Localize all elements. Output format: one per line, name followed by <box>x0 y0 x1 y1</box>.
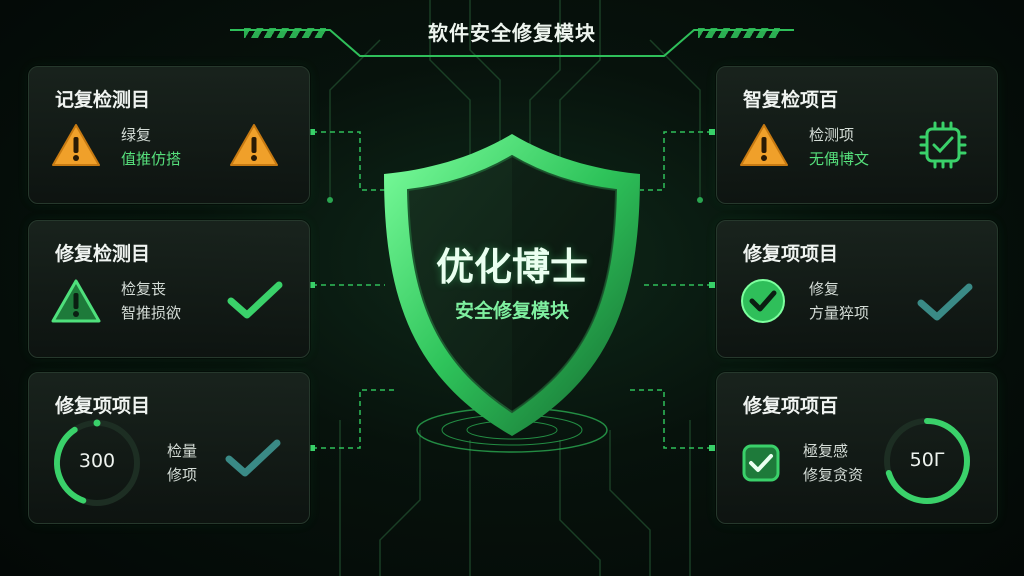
card-right-top[interactable]: 智复检项百 检测项 无偶博文 <box>716 66 998 204</box>
card-right-mid[interactable]: 修复项项目 修复 方量猝项 <box>716 220 998 358</box>
card-details: 绿复 值推仿搭 <box>121 123 181 171</box>
card-details: 检测项 无偶博文 <box>809 123 869 171</box>
detail-line-2: 修项 <box>166 466 197 484</box>
page-title: 软件安全修复模块 <box>428 20 596 45</box>
card-title: 智复检项百 <box>743 89 839 111</box>
card-details: 检量 修项 <box>157 439 197 487</box>
card-title: 修复项项目 <box>743 243 839 265</box>
card-left-mid[interactable]: 修复检测目 检复丧 智推损欲 <box>28 220 310 358</box>
circuit-check-icon <box>919 121 967 169</box>
shield-subtitle: 安全修复模块 <box>454 300 569 322</box>
detail-line-2: 值推仿搭 <box>121 150 182 168</box>
detail-line-1: 修复 <box>809 280 840 298</box>
header-stripes-left <box>244 28 326 38</box>
card-title: 记复检测目 <box>55 89 151 111</box>
check-circle-icon <box>741 279 785 323</box>
card-title: 修复检测目 <box>55 243 151 265</box>
check-icon <box>917 283 973 321</box>
detail-line-1: 極复感 <box>803 442 849 460</box>
shield-title: 优化博士 <box>435 245 588 289</box>
warning-icon <box>52 124 100 166</box>
detail-line-1: 绿复 <box>121 126 152 144</box>
detail-line-1: 检量 <box>166 442 197 460</box>
card-left-top[interactable]: 记复检测目 绿复 值推仿搭 <box>28 66 310 204</box>
card-title: 修复项项百 <box>743 395 839 417</box>
gauge-value: 50Γ <box>909 449 945 471</box>
detail-line-1: 检复丧 <box>121 280 167 298</box>
card-details: 極复感 修复贪资 <box>803 439 863 487</box>
detail-line-2: 无偶博文 <box>809 150 870 168</box>
warning-icon <box>51 279 101 323</box>
warning-icon <box>230 124 278 166</box>
check-icon <box>227 281 283 319</box>
detail-line-2: 方量猝项 <box>809 304 870 322</box>
card-right-bot[interactable]: 修复项项百 極复感 修复贪资 50Γ <box>716 372 998 524</box>
card-left-bot[interactable]: 修复项项目 300 检量 修项 <box>28 372 310 524</box>
detail-line-1: 检测项 <box>809 126 855 144</box>
card-details: 修复 方量猝项 <box>809 277 869 325</box>
card-title: 修复项项目 <box>55 395 151 417</box>
check-box-icon <box>742 444 780 482</box>
detail-line-2: 修复贪资 <box>803 466 864 484</box>
detail-line-2: 智推损欲 <box>121 304 182 322</box>
check-icon <box>225 439 281 477</box>
header-stripes-right <box>698 28 780 38</box>
card-details: 检复丧 智推损欲 <box>121 277 181 325</box>
warning-icon <box>740 124 788 166</box>
gauge-value: 300 <box>78 450 116 472</box>
